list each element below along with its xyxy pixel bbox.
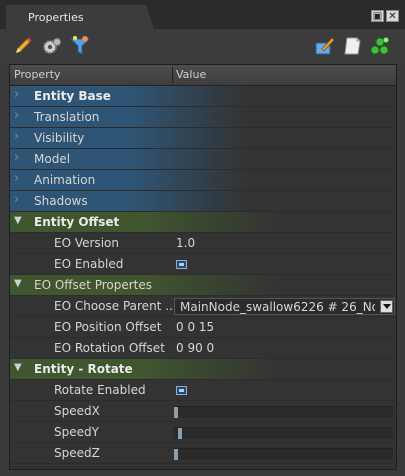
property-label: EO Enabled: [54, 257, 124, 271]
tab-properties[interactable]: Properties: [6, 5, 154, 29]
property-row-eo-rotation-offset[interactable]: EO Rotation Offset 0 90 0: [10, 338, 396, 359]
checkbox[interactable]: [176, 260, 187, 269]
close-button[interactable]: ✕: [386, 10, 399, 22]
nodes-icon[interactable]: [369, 35, 391, 57]
expand-arrow-icon[interactable]: ›: [14, 150, 19, 165]
category-row-eo-offset-propertes[interactable]: ▼ EO Offset Propertes: [10, 275, 396, 296]
property-label: SpeedX: [54, 404, 100, 418]
property-value[interactable]: 0 0 15: [176, 320, 214, 334]
category-label: EO Offset Propertes: [34, 278, 153, 292]
category-row-shadows[interactable]: › Shadows: [10, 191, 396, 212]
filter-icon[interactable]: [69, 35, 91, 57]
dropdown-arrow-icon[interactable]: [380, 300, 393, 313]
property-value[interactable]: 0 90 0: [176, 341, 214, 355]
category-label: Model: [34, 152, 71, 166]
column-header-property[interactable]: Property: [14, 68, 61, 81]
property-label: EO Choose Parent ...: [54, 299, 177, 313]
property-row-speedz[interactable]: SpeedZ: [10, 443, 396, 464]
expand-arrow-icon[interactable]: ›: [14, 87, 19, 102]
column-separator[interactable]: [172, 67, 173, 83]
property-label: Rotate Enabled: [54, 383, 146, 397]
expand-arrow-icon[interactable]: ›: [14, 129, 19, 144]
properties-panel: Properties ▣ ✕ Property Value › Entity B…: [0, 0, 405, 476]
page-icon[interactable]: [342, 35, 364, 57]
collapse-arrow-icon[interactable]: ▼: [14, 215, 22, 226]
property-label: EO Version: [54, 236, 119, 250]
property-label: SpeedY: [54, 425, 99, 439]
category-label: Entity Base: [34, 89, 111, 103]
category-label: Animation: [34, 173, 96, 187]
property-row-eo-position-offset[interactable]: EO Position Offset 0 0 15: [10, 317, 396, 338]
collapse-arrow-icon[interactable]: ▼: [14, 278, 22, 289]
slider-thumb[interactable]: [178, 428, 182, 439]
pencil-icon[interactable]: [12, 35, 34, 57]
category-label: Shadows: [34, 194, 88, 208]
property-grid: Property Value › Entity Base › Translation ›…: [9, 64, 397, 470]
property-row-eo-choose-parent[interactable]: EO Choose Parent ... MainNode_swallow6226…: [10, 296, 396, 317]
category-row-entity-rotate[interactable]: ▼ Entity - Rotate: [10, 359, 396, 380]
property-label: EO Position Offset: [54, 320, 162, 334]
property-row-speedy[interactable]: SpeedY: [10, 422, 396, 443]
category-row-translation[interactable]: › Translation: [10, 107, 396, 128]
property-value[interactable]: 1.0: [176, 236, 195, 250]
expand-arrow-icon[interactable]: ›: [14, 108, 19, 123]
expand-arrow-icon[interactable]: ›: [14, 171, 19, 186]
category-row-visibility[interactable]: › Visibility: [10, 128, 396, 149]
category-label: Translation: [34, 110, 100, 124]
property-row-eo-enabled[interactable]: EO Enabled: [10, 254, 396, 275]
parent-node-select[interactable]: MainNode_swallow6226 # 26_Node: [174, 298, 395, 315]
property-label: SpeedZ: [54, 446, 100, 460]
pin-button[interactable]: ▣: [371, 10, 384, 22]
paint-icon[interactable]: [314, 35, 336, 57]
slider-thumb[interactable]: [174, 449, 178, 460]
category-row-model[interactable]: › Model: [10, 149, 396, 170]
speed-slider[interactable]: [174, 406, 393, 418]
property-row-eo-version[interactable]: EO Version 1.0: [10, 233, 396, 254]
select-value: MainNode_swallow6226 # 26_Node: [180, 300, 375, 314]
toolbar: [0, 30, 405, 62]
category-label: Visibility: [34, 131, 85, 145]
category-label: Entity - Rotate: [34, 362, 133, 376]
category-label: Entity Offset: [34, 215, 120, 229]
category-row-entity-offset[interactable]: ▼ Entity Offset: [10, 212, 396, 233]
column-header-value[interactable]: Value: [176, 68, 206, 81]
checkbox[interactable]: [176, 386, 187, 395]
slider-thumb[interactable]: [174, 407, 178, 418]
collapse-arrow-icon[interactable]: ▼: [14, 362, 22, 373]
category-row-entity-base[interactable]: › Entity Base: [10, 86, 396, 107]
speed-slider[interactable]: [174, 448, 393, 460]
category-row-animation[interactable]: › Animation: [10, 170, 396, 191]
tab-title: Properties: [28, 11, 84, 24]
row-divider: [10, 463, 396, 464]
property-row-speedx[interactable]: SpeedX: [10, 401, 396, 422]
grid-header: Property Value: [10, 65, 396, 86]
property-row-rotate-enabled[interactable]: Rotate Enabled: [10, 380, 396, 401]
title-bar: Properties ▣ ✕: [0, 0, 405, 29]
gear-icon[interactable]: [41, 35, 63, 57]
speed-slider[interactable]: [174, 427, 393, 439]
expand-arrow-icon[interactable]: ›: [14, 192, 19, 207]
property-label: EO Rotation Offset: [54, 341, 165, 355]
